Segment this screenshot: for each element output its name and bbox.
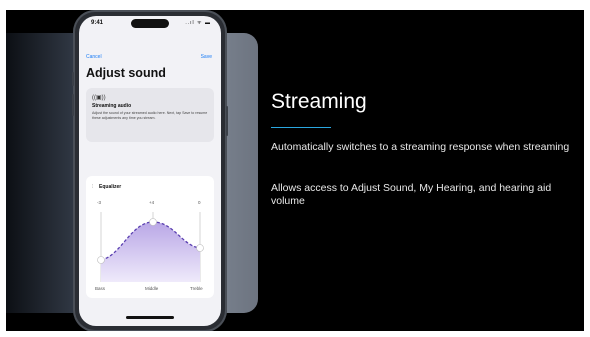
slide: 9:41 ..ıl ᯤ ▬ Cancel Save Adjust sound (…	[6, 10, 584, 331]
streaming-audio-icon: ((▣))	[92, 95, 106, 101]
middle-value: +4	[149, 200, 155, 205]
equalizer-fill	[101, 222, 200, 282]
phone-side-button	[72, 72, 74, 86]
page-title: Adjust sound	[86, 66, 166, 80]
streaming-audio-card: ((▣)) Streaming audio Adjust the sound o…	[86, 88, 214, 142]
equalizer-heading: Equalizer	[99, 184, 122, 190]
phone-power-button	[226, 106, 228, 136]
dynamic-island	[131, 19, 169, 28]
treble-slider-knob[interactable]	[196, 244, 204, 252]
equalizer-icon: ⫶	[92, 184, 94, 190]
bullet-text-2: Allows access to Adjust Sound, My Hearin…	[271, 182, 552, 207]
equalizer-card: ⫶ Equalizer -3 +4 0 Bass Middle Treble	[86, 176, 214, 298]
home-indicator	[126, 316, 174, 319]
streaming-audio-description: Adjust the sound of your streamed audio …	[92, 111, 208, 120]
phone-screen: 9:41 ..ıl ᯤ ▬ Cancel Save Adjust sound (…	[79, 16, 221, 326]
status-icons: ..ıl ᯤ ▬	[185, 20, 211, 26]
save-button[interactable]: Save	[201, 54, 212, 60]
heading-underline	[271, 127, 331, 128]
middle-slider-knob[interactable]	[149, 218, 157, 226]
middle-label: Middle	[145, 286, 159, 291]
bass-slider-knob[interactable]	[97, 256, 105, 264]
phone-volume-button	[72, 94, 74, 116]
equalizer-graph	[97, 212, 204, 282]
treble-label: Treble	[190, 286, 203, 291]
slide-heading: Streaming	[271, 90, 367, 113]
status-time: 9:41	[91, 20, 104, 26]
treble-value: 0	[198, 200, 201, 205]
phone-mockup: 9:41 ..ıl ᯤ ▬ Cancel Save Adjust sound (…	[72, 10, 228, 331]
cancel-button[interactable]: Cancel	[86, 54, 102, 60]
status-bar: 9:41 ..ıl ᯤ ▬	[79, 16, 221, 30]
bass-value: -3	[97, 200, 102, 205]
bullet-text-1: Automatically switches to a streaming re…	[271, 141, 570, 153]
streaming-audio-heading: Streaming audio	[92, 103, 132, 109]
bass-label: Bass	[95, 286, 106, 291]
